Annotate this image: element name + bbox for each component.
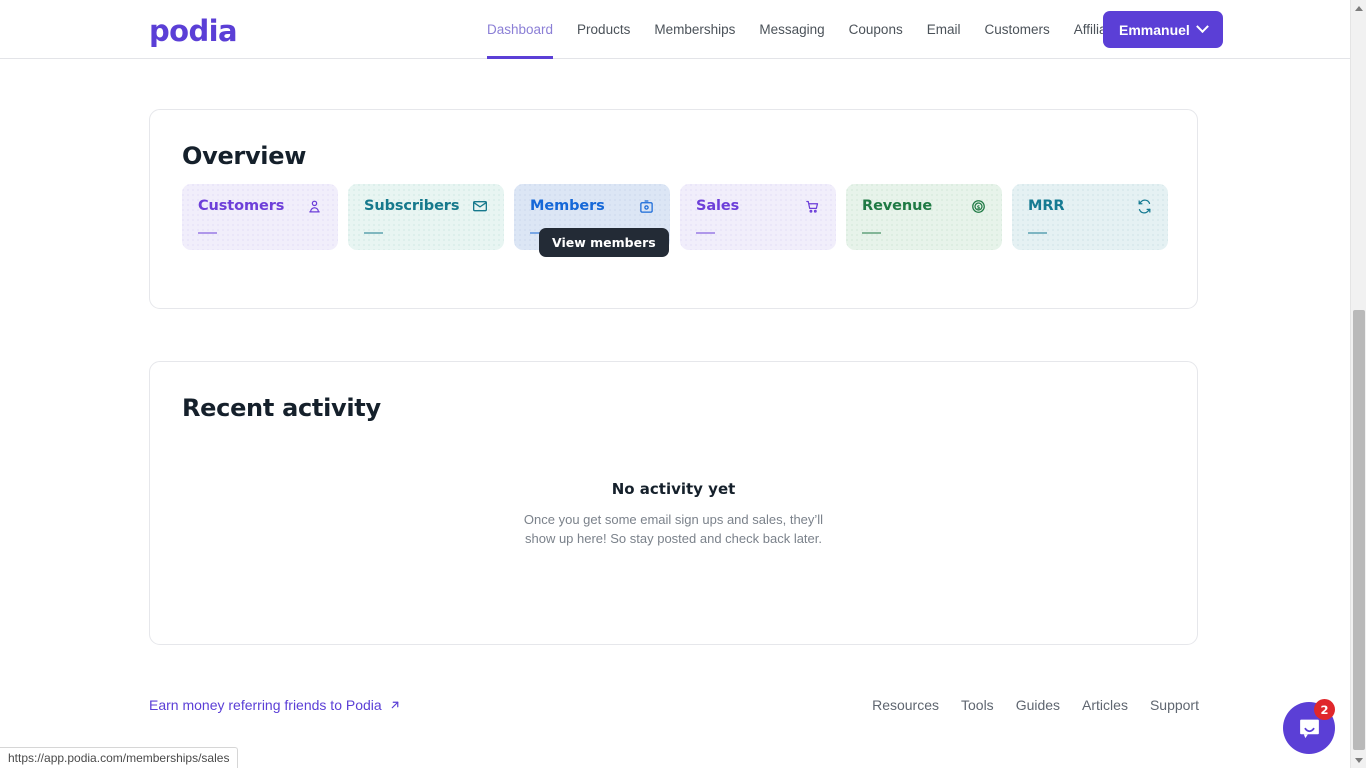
envelope-icon [472,198,488,214]
account-menu-button[interactable]: Emmanuel [1103,11,1223,48]
intercom-unread-badge: 2 [1314,699,1335,720]
card-texture [680,184,836,250]
metric-card-label: MRR [1028,198,1064,214]
site-header: podia Dashboard Products Memberships Mes… [0,0,1350,59]
metric-card-label: Subscribers [364,198,459,214]
referral-link[interactable]: Earn money referring friends to Podia [149,697,401,713]
card-texture [846,184,1002,250]
overview-title: Overview [182,142,1165,170]
scrollbar-thumb[interactable] [1353,310,1365,750]
metric-card-customers[interactable]: Customers [182,184,338,250]
footer-link-support[interactable]: Support [1150,697,1199,713]
chevron-down-icon [1196,20,1209,33]
nav-item-dashboard[interactable]: Dashboard [487,0,565,59]
metric-card-value [364,225,488,239]
metric-card-mrr[interactable]: MRR [1012,184,1168,250]
card-texture [182,184,338,250]
metric-card-value [862,225,986,239]
browser-viewport: podia Dashboard Products Memberships Mes… [0,0,1366,768]
footer-link-tools[interactable]: Tools [961,697,994,713]
main-navigation: Dashboard Products Memberships Messaging… [487,0,1194,59]
nav-item-coupons[interactable]: Coupons [837,0,915,59]
chat-bubble-icon [1297,716,1322,741]
svg-text:$: $ [977,204,981,210]
members-tooltip: View members [539,228,669,257]
empty-state-title: No activity yet [150,480,1197,498]
metric-card-value [696,225,820,239]
scroll-up-arrow-icon[interactable] [1351,0,1366,16]
footer-link-guides[interactable]: Guides [1016,697,1060,713]
metric-card-label: Members [530,198,605,214]
metric-card-label: Sales [696,198,739,214]
metric-card-label: Customers [198,198,284,214]
empty-state-subtitle: Once you get some email sign ups and sal… [509,510,839,548]
metric-card-label: Revenue [862,198,932,214]
footer-link-resources[interactable]: Resources [872,697,939,713]
vertical-scrollbar[interactable] [1350,0,1366,768]
empty-state: No activity yet Once you get some email … [150,480,1197,548]
metric-card-subscribers[interactable]: Subscribers [348,184,504,250]
account-menu-label: Emmanuel [1119,22,1190,38]
person-icon [307,199,322,214]
refresh-icon [1137,199,1152,214]
recent-activity-title: Recent activity [182,394,1165,422]
membership-card-icon [639,199,654,214]
nav-item-customers[interactable]: Customers [972,0,1061,59]
metric-card-sales[interactable]: Sales [680,184,836,250]
nav-item-email[interactable]: Email [915,0,973,59]
nav-item-memberships[interactable]: Memberships [642,0,747,59]
nav-item-messaging[interactable]: Messaging [747,0,836,59]
nav-item-products[interactable]: Products [565,0,642,59]
card-texture [348,184,504,250]
status-bar-link-preview: https://app.podia.com/memberships/sales [0,747,238,768]
referral-link-label: Earn money referring friends to Podia [149,697,382,713]
overview-panel: Overview Customers [149,109,1198,309]
metric-card-revenue[interactable]: Revenue $ [846,184,1002,250]
footer-link-articles[interactable]: Articles [1082,697,1128,713]
external-link-arrow-icon [389,699,401,711]
metric-cards: Customers Subscribers [182,184,1168,250]
page-footer: Earn money referring friends to Podia Re… [0,645,1350,735]
dollar-coin-icon: $ [971,199,986,214]
metric-card-value [198,225,322,239]
card-texture [1012,184,1168,250]
metric-card-value [1028,225,1152,239]
scroll-down-arrow-icon[interactable] [1351,752,1366,768]
recent-activity-panel: Recent activity No activity yet Once you… [149,361,1198,645]
footer-links: Resources Tools Guides Articles Support [872,697,1199,713]
podia-logo[interactable]: podia [149,17,237,46]
shopping-cart-icon [805,199,820,214]
